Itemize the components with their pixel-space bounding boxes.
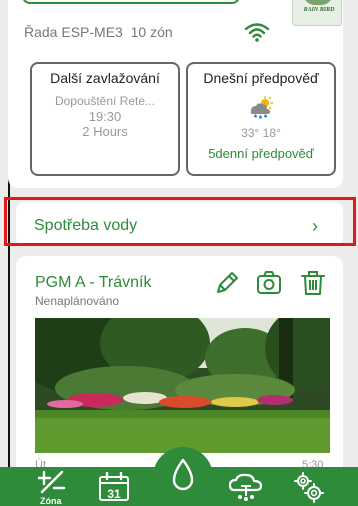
sun-rain-icon	[250, 96, 274, 119]
trash-icon[interactable]	[300, 270, 326, 296]
next-irrigation-duration: 2 Hours	[82, 124, 128, 139]
program-status: Nenaplánováno	[35, 294, 120, 308]
controller-model: Řada ESP-ME3	[24, 24, 123, 40]
pencil-icon[interactable]	[214, 270, 240, 296]
controller-top-bar	[22, 0, 240, 4]
logo-text: RAIN BIRD	[303, 7, 335, 13]
forecast-temps: 33° 18°	[241, 126, 281, 140]
rain-bird-logo: RAIN BIRD	[292, 0, 342, 26]
controller-name: Řada ESP-ME3 10 zón	[24, 24, 173, 40]
program-photo	[35, 318, 330, 453]
next-irrigation-program: Dopouštění Rete...	[54, 94, 156, 108]
highlight-box	[4, 197, 356, 246]
next-irrigation-title: Další zavlažování	[50, 70, 160, 86]
calendar-day-number: 31	[107, 487, 121, 501]
next-irrigation-box[interactable]: Další zavlažování Dopouštění Rete... 19:…	[30, 62, 180, 176]
wifi-icon	[244, 23, 270, 42]
controller-card: RAIN BIRD Řada ESP-ME3 10 zón Další zavl…	[8, 0, 343, 188]
forecast-box[interactable]: Dnešní předpověď 33° 18° 5denní předpově…	[186, 62, 336, 176]
settings-gears-icon[interactable]	[292, 472, 326, 504]
logo-mark-icon	[303, 0, 333, 5]
water-drop-icon	[172, 458, 194, 491]
zone-plus-minus-icon[interactable]	[38, 470, 66, 494]
five-day-forecast-link[interactable]: 5denní předpověď	[188, 146, 334, 161]
program-title: PGM A - Trávník	[35, 274, 152, 291]
next-irrigation-time: 19:30	[88, 109, 122, 124]
controller-zones: 10 zón	[130, 24, 173, 40]
camera-icon[interactable]	[256, 270, 282, 296]
forecast-title: Dnešní předpověď	[203, 70, 319, 86]
next-irrigation-details: Dopouštění Rete... 19:30 2 Hours	[32, 94, 178, 139]
nav-zone-label: Zóna	[40, 496, 62, 506]
cloud-sensor-icon[interactable]	[226, 472, 266, 502]
